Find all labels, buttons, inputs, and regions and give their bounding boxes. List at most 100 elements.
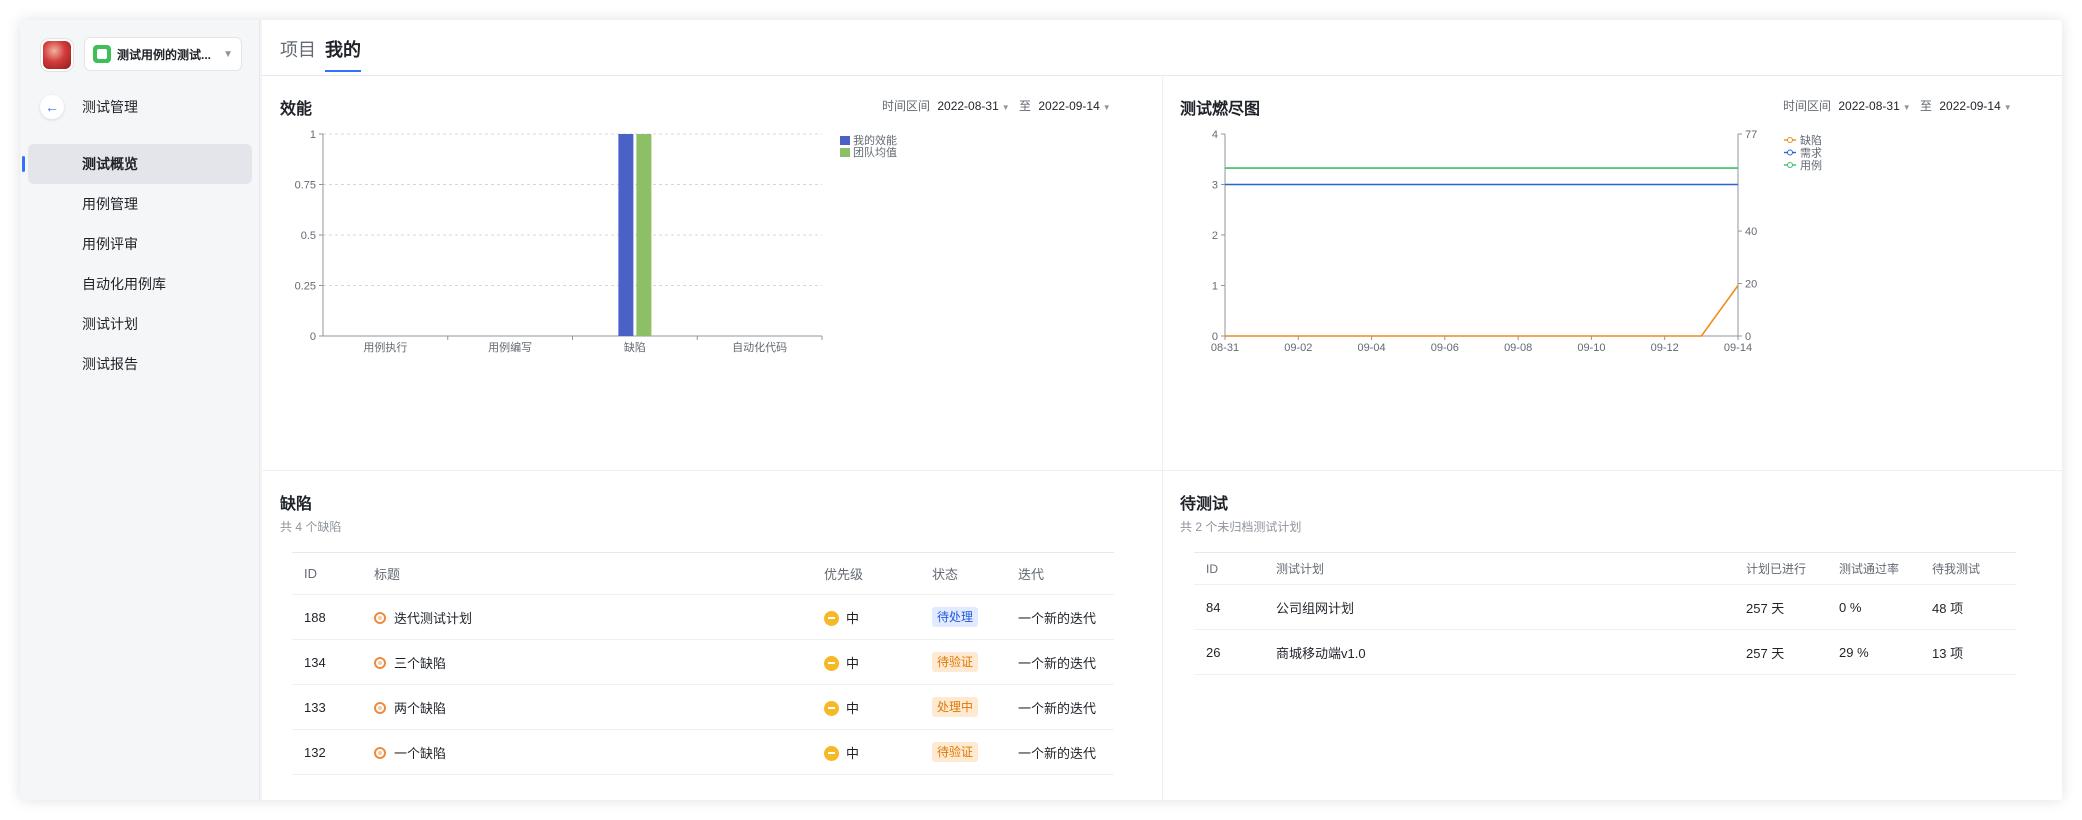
bug-title-cell[interactable]: 两个缺陷 [362,685,812,730]
bugs-title: 缺陷 [280,496,313,513]
project-select[interactable]: 测试用例的测试... ▼ [84,37,242,71]
bug-title[interactable]: 一个缺陷 [394,746,446,761]
y-tick-label: 4 [1212,129,1218,141]
table-row[interactable]: 134 三个缺陷 中 待验证 一个新的迭代 [292,640,1114,685]
sidebar-item-case-review[interactable]: 用例评审 [28,224,252,264]
column-header: 待我测试 [1932,562,1981,576]
y-tick-label: 0.75 [295,180,316,192]
range-sep: 至 [1920,99,1933,113]
table-row[interactable]: 188 迭代测试计划 中 待处理 一个新的迭代 [292,595,1114,640]
range-start[interactable]: 2022-08-31 [937,99,998,113]
plan-pass-rate: 29 % [1839,644,1869,660]
status-badge: 待验证 [932,652,979,672]
sidebar-item-test-plan[interactable]: 测试计划 [28,304,252,344]
y-tick-label: 3 [1212,180,1218,192]
sidebar: 测试用例的测试... ▼ ← 测试管理 测试概览 用例管理 用例评审 自动化用例… [20,20,260,800]
legend-swatch [840,148,850,157]
table-row[interactable]: 133 两个缺陷 中 处理中 一个新的迭代 [292,685,1114,730]
bug-status-cell: 处理中 [920,685,1006,730]
column-header: ID [304,566,317,581]
bug-id: 133 [304,699,326,715]
tab-mine[interactable]: 我的 [325,36,361,72]
avatar[interactable] [41,39,73,71]
bug-icon [374,656,386,669]
plan-name[interactable]: 公司组网计划 [1264,585,1734,630]
burndown-title: 测试燃尽图 [1180,101,1261,118]
back-arrow-icon[interactable]: ← [40,95,64,119]
column-header: 状态 [932,567,959,582]
plan-name[interactable]: 商城移动端v1.0 [1264,630,1734,675]
bug-id: 134 [304,654,326,670]
plan-elapsed: 257 天 [1746,600,1785,616]
table-row[interactable]: 84 公司组网计划 257 天 0 % 48 项 [1194,585,2016,630]
bug-icon [374,701,386,714]
y2-tick-label: 77 [1745,129,1757,141]
bug-title[interactable]: 迭代测试计划 [394,611,472,626]
x-tick-label: 09-14 [1724,342,1752,354]
range-end[interactable]: 2022-09-14 [1939,99,2000,113]
range-sep: 至 [1019,99,1032,113]
bug-id: 132 [304,744,326,760]
sidebar-item-automation-library[interactable]: 自动化用例库 [28,264,252,304]
tab-bar: 项目 我的 [262,20,2062,76]
legend-label: 需求 [1800,147,1822,160]
y-tick-label: 1 [1212,281,1218,293]
range-end[interactable]: 2022-09-14 [1038,99,1099,113]
plan-pass-rate: 0 % [1839,599,1862,615]
bugs-table: ID 标题 优先级 状态 迭代 188 迭代测试计划中待处理 一个新的迭代 134 三个… [292,552,1114,775]
y2-tick-label: 40 [1745,226,1757,238]
sidebar-nav: 测试概览 用例管理 用例评审 自动化用例库 测试计划 测试报告 [22,144,252,384]
plan-mine: 48 项 [1932,600,1964,616]
column-header: 迭代 [1018,567,1045,582]
bug-title-cell[interactable]: 三个缺陷 [362,640,812,685]
x-tick-label: 09-08 [1504,342,1532,354]
tab-project[interactable]: 项目 [280,36,316,62]
bug-icon [374,746,386,759]
priority-medium-icon [824,745,839,761]
priority-medium-icon [824,610,839,626]
legend-label: 我的效能 [853,133,897,147]
bug-iteration: 一个新的迭代 [1018,700,1097,716]
x-tick-label: 08-31 [1211,342,1239,354]
legend-marker [1787,137,1793,143]
plan-elapsed: 257 天 [1746,645,1785,661]
table-row[interactable]: 26 商城移动端v1.0 257 天 29 % 13 项 [1194,630,2016,675]
section-header: ← 测试管理 [40,95,138,119]
bug-title[interactable]: 两个缺陷 [394,701,446,716]
chevron-down-icon: ▼ [2003,103,2012,112]
bug-title-cell[interactable]: 一个缺陷 [362,730,812,775]
chevron-down-icon: ▼ [1001,103,1010,112]
table-row[interactable]: 132 一个缺陷 中 待验证 一个新的迭代 [292,730,1114,775]
legend-marker [1787,162,1793,168]
sidebar-item-overview[interactable]: 测试概览 [22,144,252,184]
plan-mine: 13 项 [1932,645,1964,661]
range-start[interactable]: 2022-08-31 [1838,99,1899,113]
bug-title[interactable]: 三个缺陷 [394,656,446,671]
legend-label: 团队均值 [853,145,897,159]
bar [636,134,652,336]
status-badge: 待处理 [932,607,979,627]
column-header: ID [1206,561,1218,576]
main-content: 项目 我的 效能 时间区间 2022-08-31 ▼ 至 2022-09-14 ▼ … [262,20,2062,800]
section-title: 测试管理 [82,99,138,115]
efficiency-range: 时间区间 2022-08-31 ▼ 至 2022-09-14 ▼ [882,97,1117,114]
bug-iteration: 一个新的迭代 [1018,745,1097,761]
chevron-down-icon: ▼ [1902,103,1911,112]
x-tick-label: 用例执行 [363,340,407,354]
bug-status-cell: 待验证 [920,640,1006,685]
bug-priority: 中 [846,610,860,626]
bar [618,134,634,336]
sidebar-item-test-report[interactable]: 测试报告 [28,344,252,384]
table-header-row: ID 标题 优先级 状态 迭代 [292,552,1114,595]
y-tick-label: 0 [310,331,316,343]
bug-title-cell[interactable]: 迭代测试计划 [362,595,812,640]
x-tick-label: 自动化代码 [732,340,787,354]
app-window: 测试用例的测试... ▼ ← 测试管理 测试概览 用例管理 用例评审 自动化用例… [20,20,2062,800]
bug-priority: 中 [846,745,860,761]
y-tick-label: 2 [1212,230,1218,242]
sidebar-item-case-management[interactable]: 用例管理 [28,184,252,224]
project-icon [93,45,111,63]
pending-table: ID 测试计划 计划已进行 测试通过率 待我测试 84 公司组网计划 257 天 0 … [1194,552,2016,675]
column-header: 测试通过率 [1839,562,1900,576]
x-tick-label: 09-04 [1358,342,1386,354]
